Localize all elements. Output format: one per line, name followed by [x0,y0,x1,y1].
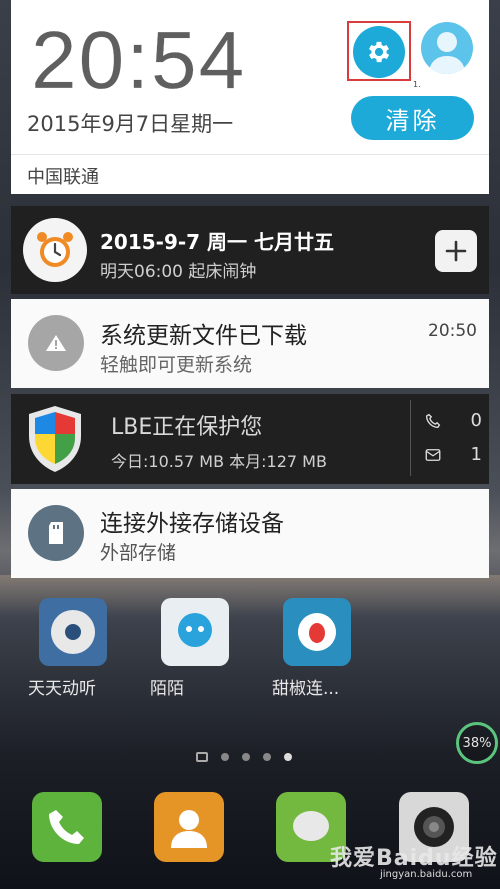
watermark: 我爱Baidu经验 [330,846,498,871]
person-icon [429,32,465,74]
notification-system-update[interactable]: 系统更新文件已下载 轻触即可更新系统 20:50 [11,299,489,388]
shield-icon [25,404,85,474]
notification-subtitle: 今日:10.57 MB 本月:127 MB [111,452,327,471]
app-tianjiao[interactable]: 甜椒连... [272,598,362,699]
messages-count: 1 [470,444,482,465]
user-avatar[interactable] [421,22,473,74]
app-label: 甜椒连... [272,679,340,699]
page-dot [221,753,229,761]
notification-title: 连接外接存储设备 [100,511,284,537]
settings-highlight [347,21,411,81]
settings-button[interactable] [353,26,405,78]
page-indicator [196,752,292,762]
divider [410,400,411,476]
dock-phone[interactable] [32,792,102,862]
notification-subtitle: 明天06:00 起床闹钟 [100,262,257,282]
notification-external-storage[interactable]: 连接外接存储设备 外部存储 [11,489,489,578]
sd-card-icon [28,505,84,561]
messages-stat: 1 [424,444,482,465]
notification-time: 20:50 [428,321,477,341]
notification-header: 20:54 2015年9月7日星期一 1. 清除 中国联通 [11,0,489,194]
notification-title: 2015-9-7 周一 七月廿五 [100,230,335,254]
pepper-app-icon [283,598,351,666]
page-dot [242,753,250,761]
battery-widget[interactable]: 38% [456,722,498,764]
plus-icon [445,240,467,262]
carrier-name: 中国联通 [27,167,99,188]
app-momo[interactable]: 陌陌 [150,598,240,699]
calls-stat: 0 [424,410,482,431]
clear-button[interactable]: 清除 [351,96,474,140]
app-label: 陌陌 [150,679,184,699]
message-icon [425,448,441,461]
dock-contacts[interactable] [154,792,224,862]
music-app-icon [39,598,107,666]
page-dot-active [284,753,292,761]
contact-icon [171,810,207,848]
clock-time: 20:54 [31,15,247,106]
watermark-url: jingyan.baidu.com [380,869,473,880]
phone-icon [49,810,84,844]
add-button[interactable] [435,230,477,272]
momo-app-icon [161,598,229,666]
alarm-clock-icon [23,218,87,282]
app-tiantian[interactable]: 天天动听 [28,598,118,699]
calls-count: 0 [470,410,482,431]
notification-subtitle: 轻触即可更新系统 [100,354,253,376]
phone-icon [425,413,441,428]
notification-alarm[interactable]: 2015-9-7 周一 七月廿五 明天06:00 起床闹钟 [11,206,489,294]
gear-icon [368,41,390,63]
notification-title: LBE正在保护您 [111,415,263,440]
header-divider [11,154,489,155]
notification-title: 系统更新文件已下载 [100,323,307,349]
notification-lbe-security[interactable]: LBE正在保护您 今日:10.57 MB 本月:127 MB 0 1 [11,394,489,484]
page-dot [263,753,271,761]
clock-date: 2015年9月7日星期一 [27,112,234,136]
home-page-icon [196,752,208,762]
annotation-marker: 1. [413,80,421,89]
warning-icon [28,315,84,371]
notification-subtitle: 外部存储 [100,542,177,564]
app-label: 天天动听 [28,679,96,699]
